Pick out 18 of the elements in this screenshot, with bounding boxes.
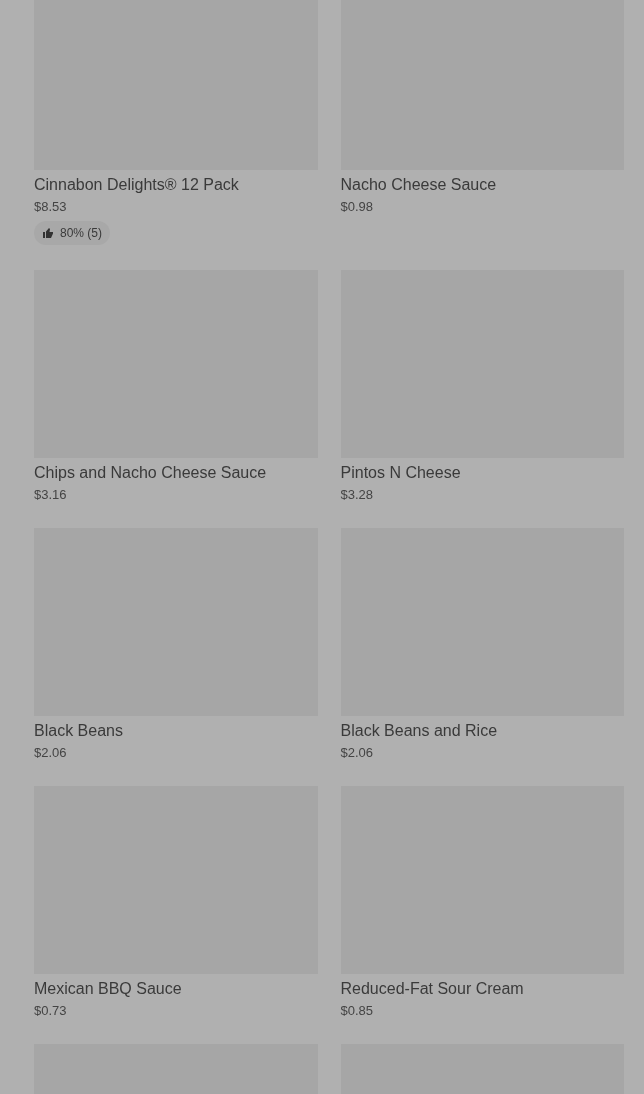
rating-badge: 80% (5) [34, 221, 111, 245]
product-name: Nacho Cheese Sauce [340, 175, 498, 195]
product-name: Black Beans and Rice [340, 721, 499, 741]
product-price: $2.06 [34, 744, 68, 762]
product-name: Black Beans [34, 721, 124, 741]
product-price: $0.85 [340, 1002, 375, 1020]
product-name: Mexican BBQ Sauce [34, 979, 183, 999]
product-price: $8.53 [34, 198, 68, 216]
product-name: Cinnabon Delights® 12 Pack [34, 175, 240, 195]
product-price: $3.28 [340, 486, 375, 504]
thumbs-up-icon [42, 227, 54, 239]
product-price: $3.16 [34, 486, 68, 504]
product-name: Pintos N Cheese [340, 463, 462, 483]
product-name: Reduced-Fat Sour Cream [340, 979, 525, 999]
product-price: $2.06 [340, 744, 375, 762]
product-price: $0.98 [340, 198, 375, 216]
product-name: Chips and Nacho Cheese Sauce [34, 463, 268, 483]
product-price: $0.73 [34, 1002, 68, 1020]
